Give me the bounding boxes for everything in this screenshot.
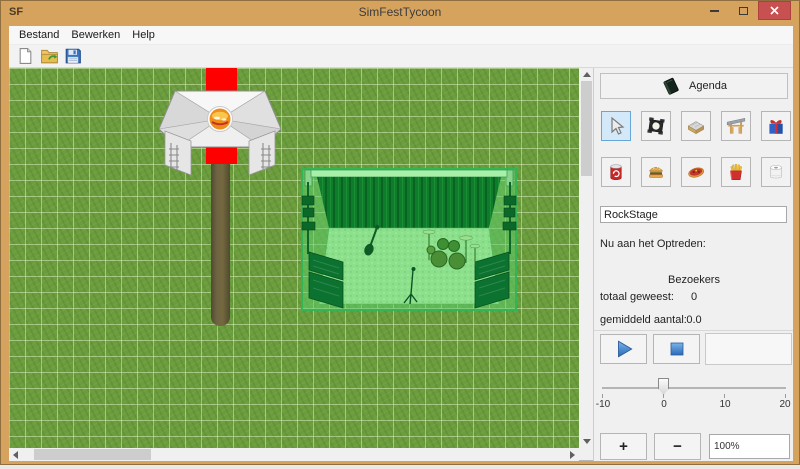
menu-bewerken[interactable]: Bewerken: [65, 27, 126, 43]
vertical-scroll-thumb[interactable]: [581, 81, 592, 176]
zoom-in-button[interactable]: +: [600, 433, 647, 460]
close-icon: [770, 6, 779, 15]
minimize-button[interactable]: [700, 1, 729, 20]
festival-canvas[interactable]: [9, 68, 593, 461]
new-file-icon: [17, 47, 34, 65]
close-button[interactable]: [758, 1, 791, 20]
stage-platform-icon: [685, 115, 707, 137]
tool-hamburger[interactable]: [641, 157, 671, 187]
total-visitors-value: 0: [674, 291, 714, 303]
scroll-right-icon: [570, 451, 575, 459]
zoom-level-input[interactable]: [709, 434, 790, 459]
gift-icon: [765, 115, 787, 137]
entrance-tent[interactable]: [159, 85, 281, 177]
menu-bestand[interactable]: Bestand: [13, 27, 65, 43]
slider-tick: [785, 394, 786, 398]
grass-grid[interactable]: [9, 68, 579, 448]
window-title: SimFestTycoon: [1, 5, 799, 19]
save-button[interactable]: [61, 46, 85, 67]
stage-curtain: [317, 177, 501, 228]
open-file-icon: [40, 47, 59, 65]
side-panel: Agenda: [593, 68, 793, 461]
tool-toilet-roll[interactable]: [761, 157, 791, 187]
entrance-gate-icon: [725, 115, 747, 137]
slider-label-min: -10: [596, 399, 610, 410]
tool-spotlight[interactable]: [641, 111, 671, 141]
scroll-down-button[interactable]: [580, 435, 593, 448]
horizontal-scroll-thumb[interactable]: [34, 449, 151, 460]
drink-can-icon: [605, 161, 627, 183]
dirt-path[interactable]: [211, 164, 230, 326]
menu-help[interactable]: Help: [126, 27, 161, 43]
tool-drink-can[interactable]: [601, 157, 631, 187]
title-bar: SF SimFestTycoon: [1, 1, 799, 25]
speed-slider-track[interactable]: [602, 387, 786, 389]
slider-label-zero: 0: [661, 399, 667, 410]
maximize-icon: [739, 7, 748, 15]
visitors-header: Bezoekers: [644, 274, 744, 286]
stage-preview[interactable]: [301, 168, 517, 311]
scroll-down-icon: [583, 439, 591, 444]
cursor-icon: [606, 116, 626, 136]
scroll-up-button[interactable]: [580, 68, 593, 81]
agenda-button[interactable]: Agenda: [600, 73, 788, 99]
minimize-icon: [710, 10, 719, 12]
simfest-logo: [208, 107, 233, 132]
hamburger-icon: [645, 161, 667, 183]
scroll-left-button[interactable]: [9, 448, 22, 461]
agenda-label: Agenda: [689, 80, 727, 92]
slider-tick: [663, 394, 664, 398]
play-icon: [613, 338, 635, 360]
french-fries-icon: [725, 161, 747, 183]
stage-truss: [311, 170, 507, 177]
stage-floor: [319, 228, 499, 304]
total-visitors-label: totaal geweest:: [600, 291, 674, 303]
menu-bar: Bestand Bewerken Help: [9, 26, 793, 45]
status-box: [705, 333, 792, 365]
now-performing-label: Nu aan het Optreden:: [600, 238, 706, 250]
spotlight-icon: [645, 115, 667, 137]
app-window: SF SimFestTycoon Bestand Bewerken Help: [0, 0, 800, 465]
scroll-up-icon: [583, 72, 591, 77]
tool-pizza[interactable]: [681, 157, 711, 187]
slider-label-max: 20: [779, 399, 790, 410]
tool-stage-platform[interactable]: [681, 111, 711, 141]
scroll-right-button[interactable]: [566, 448, 579, 461]
tool-gift[interactable]: [761, 111, 791, 141]
vertical-scrollbar[interactable]: [580, 68, 593, 448]
stop-button[interactable]: [653, 334, 700, 364]
save-icon: [64, 47, 82, 65]
tool-french-fries[interactable]: [721, 157, 751, 187]
toilet-roll-icon: [765, 161, 787, 183]
play-button[interactable]: [600, 334, 647, 364]
slider-tick: [602, 394, 603, 398]
slider-tick: [724, 394, 725, 398]
tool-select-cursor[interactable]: [601, 111, 631, 141]
panel-separator: [594, 330, 793, 331]
tool-entrance-gate[interactable]: [721, 111, 751, 141]
average-visitors-value: 0.0: [674, 314, 714, 326]
zoom-out-button[interactable]: −: [654, 433, 701, 460]
desktop-strip: [0, 465, 800, 469]
pizza-icon: [685, 161, 707, 183]
slider-label-ten: 10: [719, 399, 730, 410]
stage-name-input[interactable]: [600, 206, 787, 223]
main-area: Agenda: [9, 67, 793, 460]
client-area: Bestand Bewerken Help: [9, 26, 793, 461]
agenda-book-icon: [661, 76, 681, 96]
scroll-left-icon: [13, 451, 18, 459]
new-file-button[interactable]: [13, 46, 37, 67]
stop-icon: [667, 339, 687, 359]
speed-slider-thumb[interactable]: [658, 378, 669, 395]
open-file-button[interactable]: [37, 46, 61, 67]
horizontal-scrollbar[interactable]: [9, 448, 579, 461]
maximize-button[interactable]: [729, 1, 758, 20]
toolbar: [9, 45, 793, 67]
